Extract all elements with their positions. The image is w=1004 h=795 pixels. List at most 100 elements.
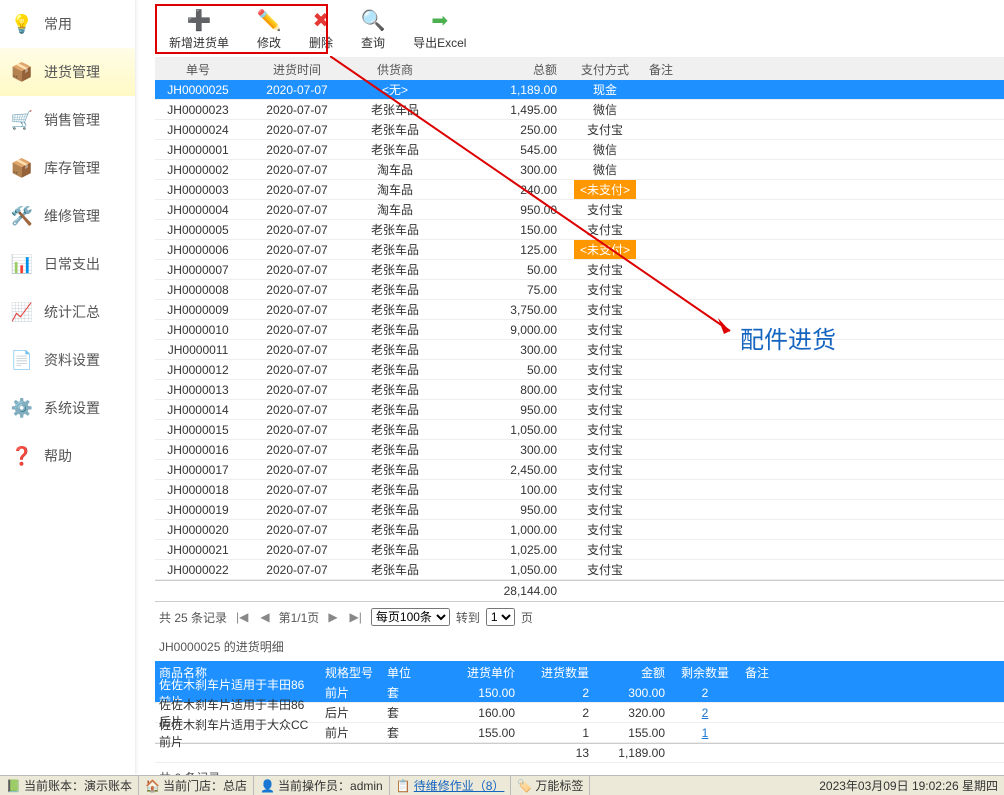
col-amount[interactable]: 总额: [437, 58, 565, 81]
pager-info: 第1/1页: [279, 609, 320, 626]
sidebar-item-6[interactable]: 📈统计汇总: [0, 288, 135, 336]
table-body: JH00000252020-07-07<无>1,189.00现金JH000002…: [155, 80, 1004, 580]
col-remark[interactable]: 备注: [645, 58, 1004, 81]
unpaid-badge: <未支付>: [574, 180, 636, 199]
pager: 共 25 条记录 |◀ ◀ 第1/1页 ▶ ▶| 每页100条 转到 1 页: [155, 602, 1004, 632]
dcol-amt[interactable]: 金额: [593, 661, 669, 684]
table-row[interactable]: JH00000182020-07-07老张车品100.00支付宝: [155, 480, 1004, 500]
sidebar-item-4[interactable]: 🛠️维修管理: [0, 192, 135, 240]
table-row[interactable]: JH00000052020-07-07老张车品150.00支付宝: [155, 220, 1004, 240]
nav-label-5: 日常支出: [44, 254, 100, 274]
table-row[interactable]: JH00000222020-07-07老张车品1,050.00支付宝: [155, 560, 1004, 580]
pager-first[interactable]: |◀: [233, 610, 251, 624]
table-row[interactable]: JH00000112020-07-07老张车品300.00支付宝: [155, 340, 1004, 360]
status-tag[interactable]: 🏷️万能标签: [511, 776, 590, 795]
sidebar-item-0[interactable]: 💡 常用: [0, 0, 135, 48]
nav-label-1: 进货管理: [44, 62, 100, 82]
nav-icon-0: 💡: [10, 12, 34, 36]
detail-row[interactable]: 佐佐木刹车片适用于大众CC 前片前片套155.001155.001: [155, 723, 1004, 743]
nav-label-8: 系统设置: [44, 398, 100, 418]
col-order[interactable]: 单号: [155, 58, 241, 81]
dcol-unit[interactable]: 单位: [383, 661, 445, 684]
nav-icon-7: 📄: [10, 348, 34, 372]
export-label: 导出Excel: [413, 34, 466, 51]
search-icon: 🔍: [361, 8, 385, 32]
sidebar: 💡 常用 📦进货管理 🛒 销售管理 📦 库存管理 🛠️维修管理 📊 日常支出 📈统计汇总📄资料设置⚙…: [0, 0, 135, 775]
nav-label-3: 库存管理: [44, 158, 100, 178]
edit-icon: ✏️: [257, 8, 281, 32]
sidebar-item-9[interactable]: ❓ 帮助: [0, 432, 135, 480]
table-header: 单号 进货时间 供货商 总额 支付方式 备注: [155, 58, 1004, 80]
delete-button[interactable]: ✖ 删除: [295, 8, 347, 51]
sidebar-item-8[interactable]: ⚙️系统设置: [0, 384, 135, 432]
dcol-remain[interactable]: 剩余数量: [669, 661, 741, 684]
remain-link[interactable]: 2: [702, 686, 709, 700]
delete-icon: ✖: [309, 8, 333, 32]
pager-last[interactable]: ▶|: [347, 610, 365, 624]
statusbar: 📗当前账本：演示账本 🏠当前门店：总店 👤当前操作员：admin 📋待维修作业（…: [0, 775, 1004, 795]
add-button[interactable]: ➕ 新增进货单: [155, 8, 243, 51]
dcol-remark[interactable]: 备注: [741, 661, 1004, 684]
dcol-price[interactable]: 进货单价: [445, 661, 519, 684]
table-row[interactable]: JH00000092020-07-07老张车品3,750.00支付宝: [155, 300, 1004, 320]
dcol-spec[interactable]: 规格型号: [321, 661, 383, 684]
book-icon: 📗: [6, 779, 20, 793]
col-date[interactable]: 进货时间: [241, 58, 353, 81]
table-row[interactable]: JH00000102020-07-07老张车品9,000.00支付宝: [155, 320, 1004, 340]
pager-prev[interactable]: ◀: [257, 610, 272, 624]
status-pending[interactable]: 📋待维修作业（8）: [390, 776, 512, 795]
col-pay[interactable]: 支付方式: [565, 58, 645, 81]
add-icon: ➕: [187, 8, 211, 32]
nav-label-2: 销售管理: [44, 110, 100, 130]
nav-icon-4: 🛠️: [10, 204, 34, 228]
status-book: 📗当前账本：演示账本: [0, 776, 139, 795]
table-row[interactable]: JH00000042020-07-07淘车品950.00支付宝: [155, 200, 1004, 220]
detail-title: JH0000025 的进货明细: [155, 632, 1004, 661]
table-row[interactable]: JH00000242020-07-07老张车品250.00支付宝: [155, 120, 1004, 140]
table-row[interactable]: JH00000202020-07-07老张车品1,000.00支付宝: [155, 520, 1004, 540]
table-row[interactable]: JH00000062020-07-07老张车品125.00<未支付>: [155, 240, 1004, 260]
dcol-qty[interactable]: 进货数量: [519, 661, 593, 684]
sidebar-item-2[interactable]: 🛒 销售管理: [0, 96, 135, 144]
nav-label-9: 帮助: [44, 446, 72, 466]
export-button[interactable]: ➡ 导出Excel: [399, 8, 480, 51]
page-size-select[interactable]: 每页100条: [371, 608, 450, 626]
table-row[interactable]: JH00000232020-07-07老张车品1,495.00微信: [155, 100, 1004, 120]
sidebar-item-1[interactable]: 📦进货管理: [0, 48, 135, 96]
export-icon: ➡: [428, 8, 452, 32]
table-row[interactable]: JH00000022020-07-07淘车品300.00微信: [155, 160, 1004, 180]
total-row: 28,144.00: [155, 580, 1004, 602]
pager-summary: 共 25 条记录: [159, 609, 227, 626]
table-row[interactable]: JH00000212020-07-07老张车品1,025.00支付宝: [155, 540, 1004, 560]
nav-icon-9: ❓: [10, 444, 34, 468]
nav-icon-3: 📦: [10, 156, 34, 180]
search-button[interactable]: 🔍 查询: [347, 8, 399, 51]
pager-next[interactable]: ▶: [325, 610, 340, 624]
table-row[interactable]: JH00000152020-07-07老张车品1,050.00支付宝: [155, 420, 1004, 440]
table-row[interactable]: JH00000172020-07-07老张车品2,450.00支付宝: [155, 460, 1004, 480]
jump-page-select[interactable]: 1: [486, 608, 515, 626]
nav-icon-5: 📊: [10, 252, 34, 276]
col-supplier[interactable]: 供货商: [353, 58, 437, 81]
table-row[interactable]: JH00000162020-07-07老张车品300.00支付宝: [155, 440, 1004, 460]
add-label: 新增进货单: [169, 34, 229, 51]
table-row[interactable]: JH00000192020-07-07老张车品950.00支付宝: [155, 500, 1004, 520]
table-row[interactable]: JH00000142020-07-07老张车品950.00支付宝: [155, 400, 1004, 420]
remain-link[interactable]: 1: [702, 726, 709, 740]
tag-icon: 🏷️: [517, 779, 531, 793]
nav-label-0: 常用: [44, 14, 72, 34]
nav-icon-2: 🛒: [10, 108, 34, 132]
table-row[interactable]: JH00000012020-07-07老张车品545.00微信: [155, 140, 1004, 160]
remain-link[interactable]: 2: [702, 706, 709, 720]
sidebar-item-5[interactable]: 📊 日常支出: [0, 240, 135, 288]
sidebar-item-7[interactable]: 📄资料设置: [0, 336, 135, 384]
table-row[interactable]: JH00000122020-07-07老张车品50.00支付宝: [155, 360, 1004, 380]
table-row[interactable]: JH00000082020-07-07老张车品75.00支付宝: [155, 280, 1004, 300]
table-row[interactable]: JH00000072020-07-07老张车品50.00支付宝: [155, 260, 1004, 280]
table-row[interactable]: JH00000252020-07-07<无>1,189.00现金: [155, 80, 1004, 100]
edit-button[interactable]: ✏️ 修改: [243, 8, 295, 51]
sidebar-item-3[interactable]: 📦 库存管理: [0, 144, 135, 192]
table-row[interactable]: JH00000132020-07-07老张车品800.00支付宝: [155, 380, 1004, 400]
table-row[interactable]: JH00000032020-07-07淘车品240.00<未支付>: [155, 180, 1004, 200]
detail-total-amt: 1,189.00: [593, 744, 669, 762]
